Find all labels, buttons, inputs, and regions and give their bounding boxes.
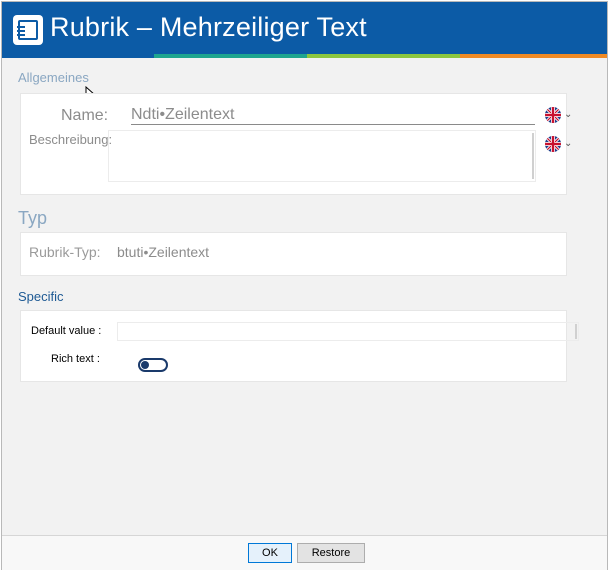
section-general-label: Allgemeines (18, 70, 89, 85)
default-value-input[interactable] (117, 322, 579, 341)
chevron-down-icon[interactable]: ⌄ (564, 138, 572, 149)
chevron-down-icon[interactable]: ⌄ (564, 109, 572, 120)
title-bar: Rubrik – Mehrzeiliger Text (2, 2, 607, 54)
accent-bar-blue (2, 54, 154, 58)
accent-bar-teal (154, 54, 307, 58)
uk-flag-icon[interactable] (545, 136, 561, 152)
dialog-footer: OK Restore (2, 535, 607, 570)
rich-text-label: Rich text : (51, 353, 100, 365)
rubric-type-label: Rubrik-Typ: (29, 244, 101, 260)
name-input[interactable]: Ndti•Zeilentext (131, 103, 535, 125)
type-panel: Rubrik-Typ: btuti•Zeilentext (20, 232, 567, 276)
textarea-scrollbar[interactable] (532, 133, 534, 179)
accent-bar-green (307, 54, 460, 58)
input-scrollbar[interactable] (575, 324, 577, 339)
general-panel: Name: Ndti•Zeilentext ⌄ Beschreibung: ⌄ (20, 93, 572, 195)
section-specific-label: Specific (18, 289, 64, 304)
uk-flag-icon[interactable] (545, 107, 561, 123)
window-title: Rubrik – Mehrzeiliger Text (50, 12, 367, 42)
toggle-knob (141, 361, 149, 369)
dialog-window: Rubrik – Mehrzeiliger Text Allgemeines N… (1, 1, 608, 570)
section-type-label: Typ (18, 208, 48, 228)
default-value-label: Default value : (31, 325, 102, 337)
description-textarea[interactable] (108, 130, 536, 182)
accent-bar-orange (460, 54, 607, 58)
description-label: Beschreibung: (29, 132, 113, 147)
specific-panel: Default value : Rich text : (20, 310, 579, 382)
restore-button[interactable]: Restore (297, 543, 365, 563)
text-document-icon (13, 15, 43, 45)
ok-button[interactable]: OK (248, 543, 292, 563)
name-label: Name: (61, 107, 109, 124)
name-input-value: Ndti•Zeilentext (131, 106, 235, 123)
rich-text-toggle[interactable] (138, 358, 168, 372)
rubric-type-value: btuti•Zeilentext (117, 244, 210, 260)
